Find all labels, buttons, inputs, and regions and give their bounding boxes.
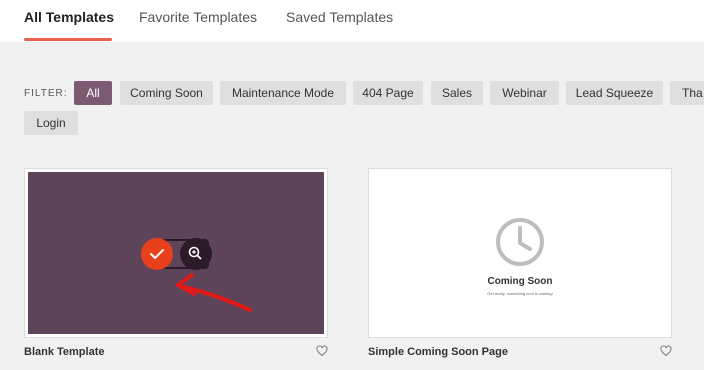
- filter-chip-404-page[interactable]: 404 Page: [353, 81, 423, 105]
- template-card-blank[interactable]: [24, 168, 328, 338]
- template-preview-coming-soon: [496, 218, 544, 266]
- preview-subtext: Get ready, something cool is coming!: [487, 291, 553, 296]
- template-tabs: All Templates Favorite Templates Saved T…: [0, 0, 704, 42]
- filter-label: FILTER:: [24, 88, 68, 99]
- filter-chip-lead-squeeze[interactable]: Lead Squeeze: [566, 81, 663, 105]
- template-title-blank[interactable]: Blank Template: [24, 346, 105, 358]
- tab-favorite-templates[interactable]: Favorite Templates: [139, 9, 257, 25]
- template-preview-blank: [28, 172, 324, 334]
- filter-chip-login[interactable]: Login: [24, 111, 78, 135]
- filter-chip-all[interactable]: All: [74, 81, 112, 105]
- filter-chip-truncated[interactable]: Tha: [670, 81, 704, 105]
- active-tab-indicator: [24, 38, 112, 41]
- preview-template-button[interactable]: [180, 238, 212, 270]
- template-card-coming-soon[interactable]: Coming Soon Get ready, something cool is…: [368, 168, 672, 338]
- tab-all-templates[interactable]: All Templates: [24, 9, 114, 25]
- select-button-circle[interactable]: [141, 238, 173, 270]
- preview-heading: Coming Soon: [487, 276, 553, 287]
- filter-chip-webinar[interactable]: Webinar: [490, 81, 559, 105]
- filter-chip-maintenance-mode[interactable]: Maintenance Mode: [220, 81, 346, 105]
- tab-saved-templates[interactable]: Saved Templates: [286, 9, 393, 25]
- red-arrow-annotation: [176, 273, 252, 312]
- heart-icon[interactable]: [660, 345, 672, 357]
- template-title-coming-soon[interactable]: Simple Coming Soon Page: [368, 346, 508, 358]
- filter-chip-sales[interactable]: Sales: [431, 81, 483, 105]
- heart-icon[interactable]: [316, 345, 328, 357]
- preview-button-circle[interactable]: [180, 238, 212, 270]
- filter-chip-coming-soon[interactable]: Coming Soon: [120, 81, 213, 105]
- template-preview-actions: [141, 238, 252, 312]
- select-template-button[interactable]: [141, 238, 173, 270]
- clock-icon: [496, 218, 544, 266]
